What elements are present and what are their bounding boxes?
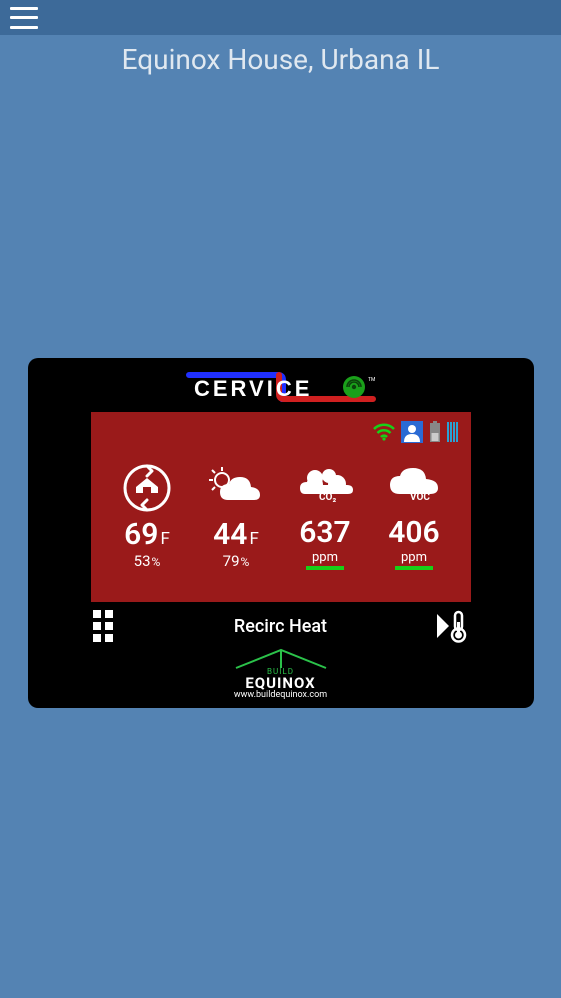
temp-control-button[interactable] xyxy=(435,608,471,644)
readings-row: 69F 53% 44F 79% xyxy=(103,462,459,570)
readings-panel: 69F 53% 44F 79% xyxy=(91,412,471,602)
battery-icon xyxy=(429,421,441,443)
wifi-icon xyxy=(373,423,395,441)
menu-button[interactable] xyxy=(10,7,38,29)
footer-brand: EQUINOX xyxy=(46,676,516,691)
controls-row: Recirc Heat xyxy=(91,606,471,646)
svg-text:CO₂: CO₂ xyxy=(319,492,336,503)
page-title: Equinox House, Urbana IL xyxy=(0,43,561,76)
voc-reading: VOC 406 ppm xyxy=(382,462,446,570)
voc-ppm-label: ppm xyxy=(395,550,433,570)
device-display: CERVICE TM xyxy=(28,358,534,708)
footer-logo: BUILD EQUINOX www.buildequinox.com xyxy=(46,648,516,700)
svg-text:VOC: VOC xyxy=(410,492,430,503)
weather-partly-cloudy-icon xyxy=(208,466,264,510)
co2-reading: CO₂ 637 ppm xyxy=(293,462,357,570)
footer-url: www.buildequinox.com xyxy=(46,691,516,700)
logo-text: CERVICE xyxy=(194,376,312,401)
user-icon xyxy=(401,421,423,443)
indoor-reading: 69F 53% xyxy=(115,464,179,570)
svg-text:TM: TM xyxy=(368,377,375,383)
co2-ppm-label: ppm xyxy=(306,550,344,570)
top-bar xyxy=(0,0,561,35)
outdoor-reading: 44F 79% xyxy=(204,464,268,570)
menu-grid-button[interactable] xyxy=(91,608,127,644)
co2-cloud-icon: CO₂ xyxy=(297,464,353,508)
status-icons xyxy=(103,420,459,444)
voc-cloud-icon: VOC xyxy=(386,464,442,508)
brand-logo: CERVICE TM xyxy=(46,372,516,406)
indoor-recirc-icon xyxy=(122,463,172,513)
mode-label: Recirc Heat xyxy=(127,616,435,637)
filter-icon xyxy=(447,421,459,443)
